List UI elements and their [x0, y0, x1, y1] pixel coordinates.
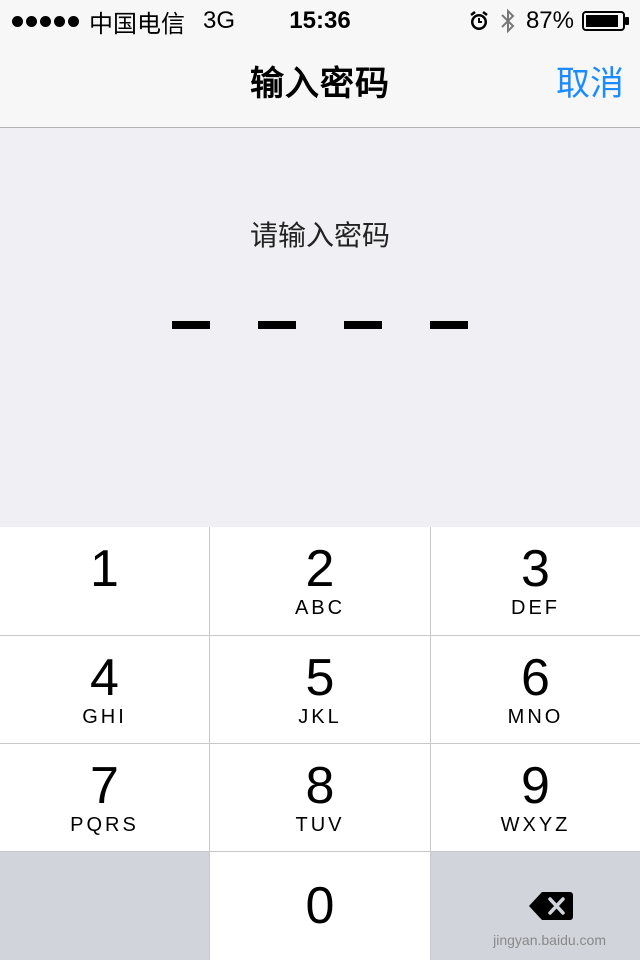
key-letters: MNO — [507, 706, 564, 728]
alarm-icon — [468, 10, 490, 32]
key-2[interactable]: 2 ABC — [210, 527, 430, 635]
key-4[interactable]: 4 GHI — [0, 636, 209, 743]
key-digit: 2 — [305, 540, 335, 598]
key-digit: 5 — [305, 649, 335, 707]
numeric-keypad: 1 2 ABC 3 DEF 4 GHI 5 JKL 6 MNO 7 PQRS 8… — [0, 527, 640, 960]
key-letters: DEF — [511, 597, 560, 619]
key-digit: 7 — [90, 757, 119, 815]
key-8[interactable]: 8 TUV — [210, 744, 430, 851]
key-5[interactable]: 5 JKL — [210, 636, 430, 743]
key-digit: 3 — [521, 540, 550, 598]
battery-icon — [582, 10, 630, 32]
key-digit: 1 — [90, 540, 119, 598]
passcode-prompt: 请输入密码 — [249, 220, 390, 251]
bluetooth-icon — [500, 8, 516, 34]
key-letters: JKL — [298, 706, 342, 728]
key-letters: WXYZ — [500, 814, 571, 836]
key-digit: 9 — [521, 757, 550, 815]
key-letters: GHI — [82, 706, 127, 728]
battery-percent: 87% — [525, 7, 574, 34]
key-3[interactable]: 3 DEF — [431, 527, 640, 635]
key-letters: ABC — [294, 597, 346, 619]
watermark: jingyan.baidu.com — [493, 932, 606, 948]
key-digit: 4 — [90, 649, 119, 707]
key-letters: TUV — [295, 814, 345, 836]
key-blank — [0, 852, 209, 960]
passcode-slots — [0, 321, 640, 331]
key-6[interactable]: 6 MNO — [431, 636, 640, 743]
cancel-button[interactable]: 取消 — [556, 40, 624, 128]
navigation-bar: 输入密码 取消 — [0, 40, 640, 128]
page-title: 输入密码 — [250, 65, 390, 103]
backspace-icon — [528, 890, 574, 927]
key-0[interactable]: 0 — [210, 852, 430, 960]
passcode-slot — [430, 321, 468, 329]
key-digit: 0 — [305, 877, 335, 935]
passcode-slot — [172, 321, 210, 329]
key-9[interactable]: 9 WXYZ — [431, 744, 640, 851]
status-right: 87% — [468, 4, 630, 38]
key-letters: PQRS — [70, 814, 139, 836]
key-7[interactable]: 7 PQRS — [0, 744, 209, 851]
passcode-slot — [258, 321, 296, 329]
delete-key[interactable]: jingyan.baidu.com — [431, 852, 640, 960]
key-digit: 6 — [521, 649, 550, 707]
key-1[interactable]: 1 — [0, 527, 209, 635]
status-bar: 中国电信 3G 15:36 87% — [0, 0, 640, 40]
passcode-slot — [344, 321, 382, 329]
key-digit: 8 — [305, 757, 335, 815]
